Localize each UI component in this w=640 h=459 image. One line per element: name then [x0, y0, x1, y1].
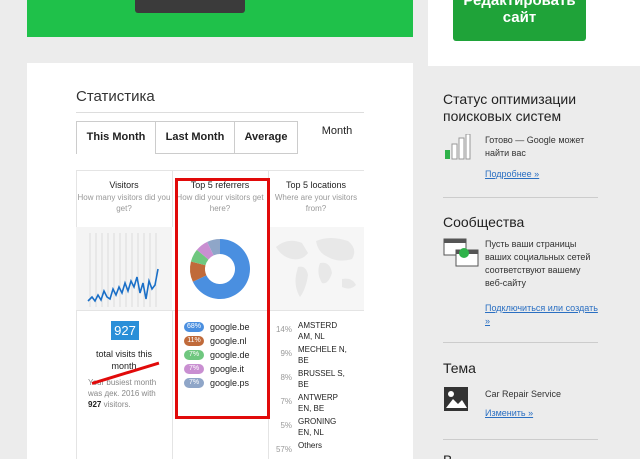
social-share-icon [443, 238, 479, 267]
theme-title-wrap: Тема [443, 360, 603, 377]
tab-average[interactable]: Average [234, 121, 298, 154]
site-banner [27, 0, 413, 37]
locations-map [268, 227, 364, 310]
stats-tabs: This Month Last Month Average Month [76, 116, 364, 154]
location-item[interactable]: 9% MECHELE N, BE [268, 344, 364, 368]
signal-bars-icon [445, 134, 471, 160]
theme-name: Car Repair Service [485, 389, 562, 399]
location-name: Others [298, 441, 323, 450]
sidebar-divider [443, 439, 598, 440]
location-name: MECHELE N, BE [298, 345, 347, 365]
next-section-title: В [443, 452, 603, 459]
total-visits-label: total visits this month [95, 349, 153, 371]
busiest-month-count: 927 [88, 400, 102, 409]
location-item[interactable]: 5% GRONING EN, NL [268, 416, 364, 440]
location-pct: 14% [275, 325, 292, 334]
edit-site-button[interactable]: Редактировать сайт [453, 0, 586, 41]
communities-title-wrap: Сообщества [443, 214, 603, 231]
theme-change-link[interactable]: Изменить » [485, 407, 600, 420]
visitors-column: Visitors How many visitors did you get? … [76, 170, 172, 459]
communities-title: Сообщества [443, 214, 525, 230]
location-pct: 8% [280, 373, 292, 382]
edit-site-button-line2: сайт [502, 9, 537, 26]
image-icon [444, 387, 468, 411]
location-name: GRONING EN, NL [298, 417, 337, 437]
visitors-sparkline [76, 227, 172, 310]
statistics-divider [76, 112, 364, 113]
edit-site-button-line1: Редактировать [463, 0, 576, 9]
locations-header: Top 5 locations Where are your visitors … [268, 180, 364, 214]
world-map-icon [276, 238, 356, 297]
location-item[interactable]: 14% AMSTERD AM, NL [268, 320, 364, 344]
location-pct: 7% [280, 397, 292, 406]
statistics-title: Статистика [76, 88, 155, 105]
location-item[interactable]: 8% BRUSSEL S, BE [268, 368, 364, 392]
sidebar-divider [443, 342, 598, 343]
locations-column: Top 5 locations Where are your visitors … [268, 170, 364, 459]
location-item[interactable]: 57% Others [268, 440, 364, 459]
tab-month[interactable]: Month [310, 116, 364, 149]
busiest-month-note-post: visitors. [103, 400, 131, 409]
communities-link[interactable]: Подключиться или создать » [485, 302, 600, 328]
tab-this-month[interactable]: This Month [76, 121, 156, 154]
visitors-heading: Visitors [109, 180, 139, 190]
seo-more-link[interactable]: Подробнее » [485, 168, 600, 181]
visitors-header: Visitors How many visitors did you get? [76, 180, 172, 214]
sidebar-divider [443, 197, 598, 198]
seo-status-text: Готово — Google может найти вас [485, 135, 585, 158]
theme-title: Тема [443, 360, 476, 376]
banner-button[interactable] [135, 0, 245, 13]
edit-site-panel: Редактировать сайт [428, 0, 640, 66]
right-sidebar: Статус оптимизации поисковых систем Гото… [428, 66, 640, 459]
location-name: ANTWERP EN, BE [298, 393, 338, 413]
visitors-subheading: How many visitors did you get? [77, 193, 171, 213]
location-pct: 57% [275, 445, 292, 454]
tab-last-month[interactable]: Last Month [155, 121, 235, 154]
total-visits-badge: 927 [111, 321, 139, 340]
seo-status-title-wrap: Статус оптимизации поисковых систем [443, 91, 603, 125]
seo-status-title: Статус оптимизации поисковых систем [443, 91, 577, 124]
location-item[interactable]: 7% ANTWERP EN, BE [268, 392, 364, 416]
location-name: AMSTERD AM, NL [298, 321, 338, 341]
next-section-title-wrap: В [443, 452, 603, 459]
location-pct: 9% [280, 349, 292, 358]
locations-subheading: Where are your visitors from? [274, 193, 358, 213]
communities-text: Пусть ваши страницы ваших социальных сет… [485, 239, 591, 288]
location-pct: 5% [280, 421, 292, 430]
visitors-sparkline-svg [87, 233, 159, 307]
locations-list: 14% AMSTERD AM, NL 9% MECHELE N, BE 8% BRUS… [268, 320, 364, 459]
location-name: BRUSSEL S, BE [298, 369, 345, 389]
highlight-box [175, 178, 270, 419]
locations-heading: Top 5 locations [285, 180, 347, 190]
